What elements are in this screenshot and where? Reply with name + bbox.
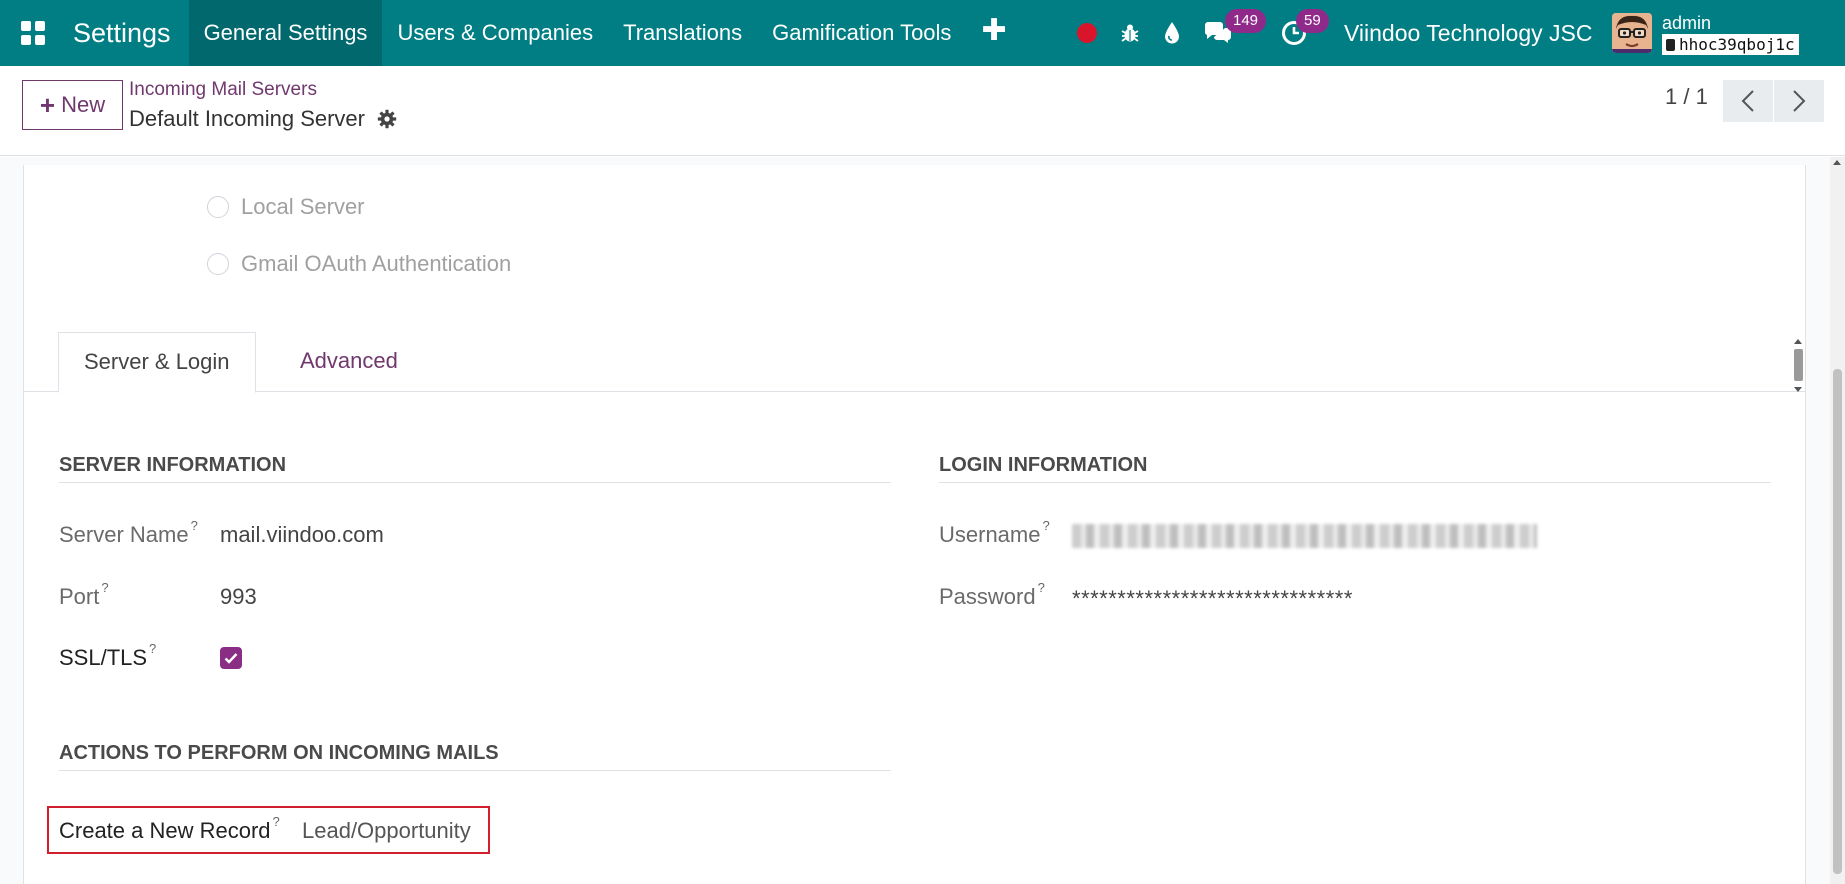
gear-icon[interactable]	[377, 109, 397, 129]
ssl-tls-label: SSL/TLS?	[59, 641, 157, 670]
port-label: Port?	[59, 580, 109, 609]
record-title-row: Default Incoming Server	[129, 106, 397, 132]
debug-button[interactable]	[1108, 0, 1152, 66]
avatar	[1612, 13, 1652, 53]
notebook-tabs: Server & Login Advanced	[24, 332, 1805, 393]
username-field-blurred[interactable]	[1072, 524, 1537, 548]
new-button[interactable]: + New	[22, 80, 123, 130]
bug-icon	[1121, 24, 1139, 42]
company-switcher[interactable]: Viindoo Technology JSC	[1344, 20, 1593, 47]
pager-previous-button[interactable]	[1723, 80, 1773, 122]
server-name-field[interactable]: mail.viindoo.com	[220, 522, 384, 548]
server-type-gmail-option[interactable]: Gmail OAuth Authentication	[207, 251, 511, 277]
user-name: admin	[1662, 13, 1712, 33]
server-type-local-option[interactable]: Local Server	[207, 194, 365, 220]
local-server-radio[interactable]	[207, 196, 229, 218]
control-panel: + New Incoming Mail Servers Default Inco…	[0, 66, 1845, 156]
page-scrollbar[interactable]	[1830, 157, 1845, 884]
chevron-right-icon	[1793, 90, 1806, 112]
local-server-label: Local Server	[241, 194, 365, 219]
menu-gamification-tools[interactable]: Gamification Tools	[757, 0, 966, 66]
record-title: Default Incoming Server	[129, 106, 365, 131]
messages-button[interactable]: 149	[1192, 0, 1267, 66]
menu-users-companies[interactable]: Users & Companies	[382, 0, 608, 66]
record-dot-icon	[1077, 23, 1097, 43]
user-menu[interactable]: admin hhoc39qboj1c	[1612, 13, 1799, 55]
systray: 149 59 Viindoo Technology JSC	[1066, 0, 1593, 66]
login-information-title: Login Information	[939, 454, 1771, 483]
tab-advanced[interactable]: Advanced	[275, 332, 423, 392]
form-sheet: Local Server Gmail OAuth Authentication …	[23, 165, 1806, 884]
gmail-oauth-radio[interactable]	[207, 253, 229, 275]
password-field[interactable]: *******************************	[1072, 586, 1353, 612]
server-information-title: Server Information	[59, 454, 891, 483]
database-name: hhoc39qboj1c	[1679, 35, 1795, 54]
new-button-label: New	[61, 92, 106, 117]
tab-server-login[interactable]: Server & Login	[58, 332, 256, 393]
theme-drop-button[interactable]	[1152, 0, 1192, 66]
actions-title: Actions to Perform on Incoming Mails	[59, 742, 891, 771]
menu-plus-button[interactable]: ✚	[966, 0, 1021, 66]
menu-translations[interactable]: Translations	[608, 0, 757, 66]
activities-button[interactable]: 59	[1270, 0, 1329, 66]
username-label: Username?	[939, 518, 1050, 547]
database-badge: hhoc39qboj1c	[1662, 34, 1799, 55]
password-label: Password?	[939, 580, 1045, 609]
port-field[interactable]: 993	[220, 584, 257, 610]
check-icon	[224, 653, 238, 664]
form-view: Local Server Gmail OAuth Authentication …	[0, 157, 1845, 884]
create-record-label: Create a New Record?	[59, 814, 280, 843]
database-icon	[1666, 38, 1675, 51]
chevron-left-icon	[1741, 90, 1754, 112]
ssl-tls-checkbox[interactable]	[220, 647, 242, 669]
apps-grid-icon	[21, 21, 45, 45]
drop-icon	[1165, 22, 1179, 44]
breadcrumb-link[interactable]: Incoming Mail Servers	[129, 79, 317, 101]
create-record-field[interactable]: Lead/Opportunity	[302, 818, 471, 844]
gmail-oauth-label: Gmail OAuth Authentication	[241, 251, 512, 276]
activities-count-badge: 59	[1296, 9, 1329, 33]
server-name-label: Server Name?	[59, 518, 198, 547]
inner-scrollbar[interactable]	[1792, 339, 1804, 395]
record-dot-button[interactable]	[1066, 0, 1108, 66]
page-scrollbar-thumb[interactable]	[1833, 369, 1842, 874]
messages-count-badge: 149	[1225, 9, 1267, 33]
top-navbar: Settings General Settings Users & Compan…	[0, 0, 1845, 66]
plus-icon: +	[39, 90, 56, 120]
pager-value[interactable]: 1 / 1	[1665, 84, 1708, 110]
app-name[interactable]: Settings	[66, 0, 189, 66]
apps-menu-button[interactable]	[0, 0, 66, 66]
menu-general-settings[interactable]: General Settings	[188, 0, 383, 66]
pager-next-button[interactable]	[1774, 80, 1824, 122]
